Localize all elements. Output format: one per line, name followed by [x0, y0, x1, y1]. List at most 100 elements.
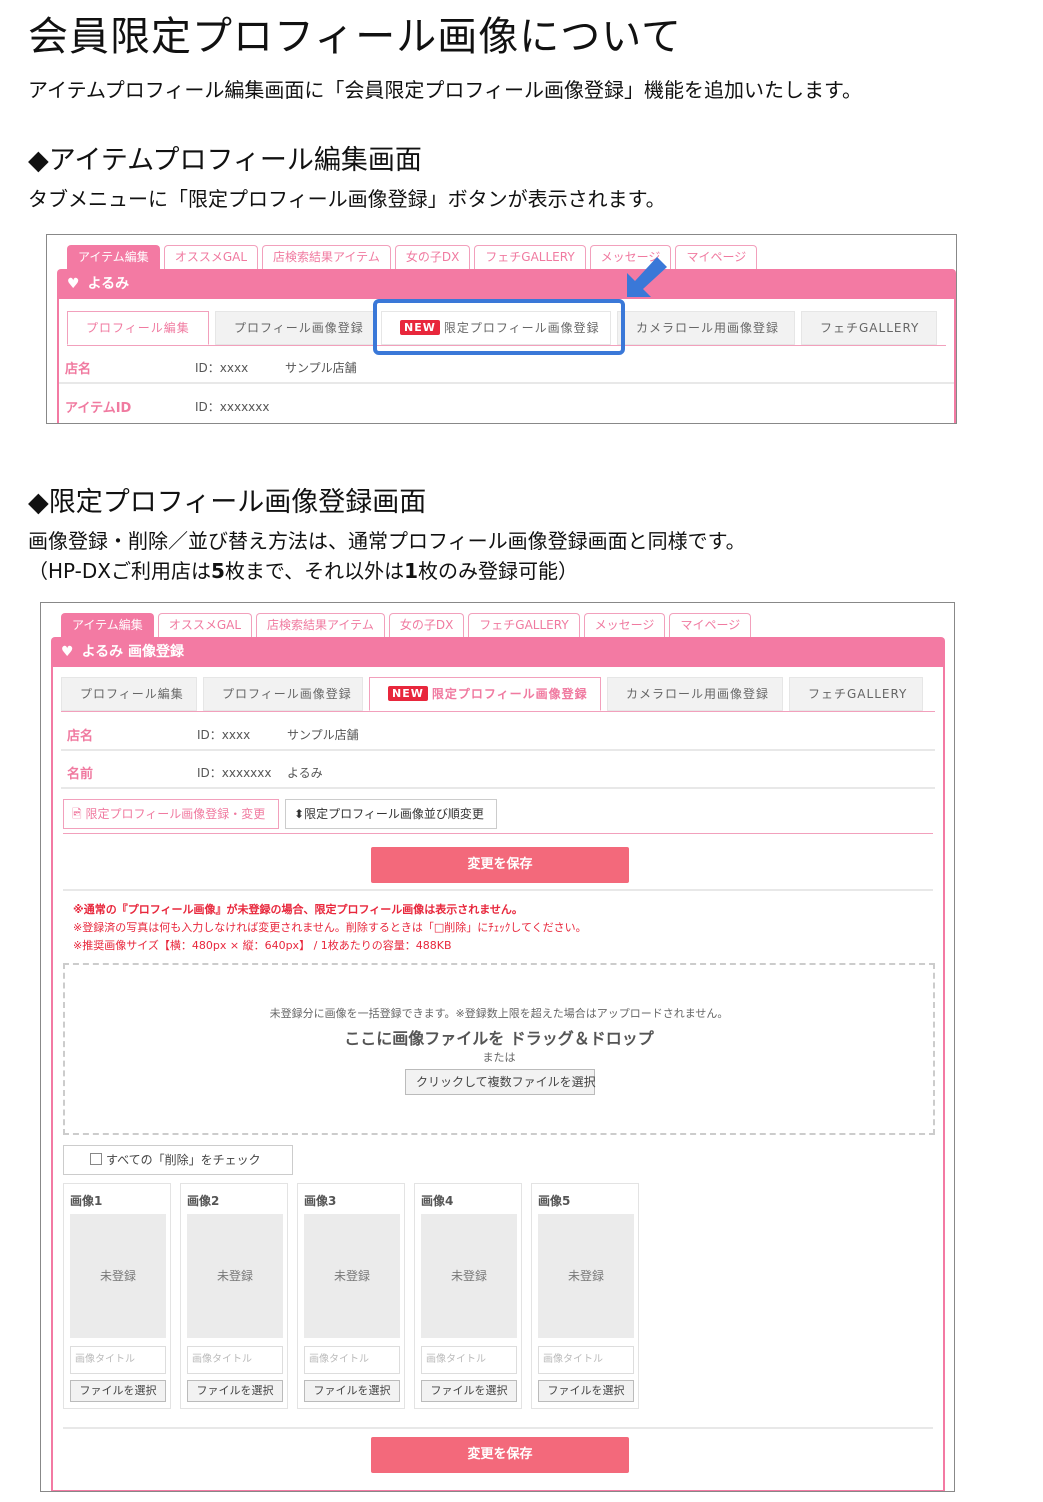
desc-count-other: 1 [404, 559, 419, 583]
section2-heading: ◆限定プロフィール画像登録画面 [28, 487, 427, 518]
subtab-profile-edit[interactable]: プロフィール編集 [67, 311, 209, 345]
tab-recommend-gal[interactable]: オススメGAL [157, 613, 253, 637]
image-icon: 🖻 [72, 807, 82, 821]
save-button-bottom[interactable]: 変更を保存 [371, 1437, 629, 1473]
tab-shop-search-item[interactable]: 店検索結果アイテム [256, 613, 385, 637]
section2-desc2: （HP-DXご利用店は5枚まで、それ以外は1枚のみ登録可能） [28, 556, 578, 586]
image-title-input[interactable]: 画像タイトル [538, 1346, 634, 1374]
subtab-profile-image[interactable]: プロフィール画像登録 [203, 677, 363, 711]
section1-heading: ◆アイテムプロフィール編集画面 [28, 145, 422, 176]
tab-fetish-gallery[interactable]: フェチGALLERY [474, 245, 586, 269]
register-change-label: 限定プロフィール画像登録・変更 [85, 807, 266, 821]
row-value: ID：xxxx [195, 361, 249, 375]
card-title: 画像1 [70, 1194, 103, 1208]
register-title: よるみ 画像登録 [81, 644, 185, 660]
tab-recommend-gal[interactable]: オススメGAL [163, 245, 259, 269]
select-file-button[interactable]: ファイルを選択 [538, 1380, 634, 1402]
row-name: 名前 ID：xxxxxxx よるみ [61, 751, 935, 789]
arrow-icon [627, 257, 667, 297]
select-multiple-files-button[interactable]: クリックして複数ファイルを選択 [405, 1069, 596, 1095]
subtab-fetish-gallery[interactable]: フェチGALLERY [801, 311, 937, 345]
card-placeholder: 未登録 [304, 1214, 400, 1338]
row-item-id: アイテムID ID：xxxxxxx [59, 385, 954, 423]
dropzone-hint: 未登録分に画像を一括登録できます。※登録数上限を超えた場合はアップロードされませ… [269, 1007, 729, 1020]
register-change-button[interactable]: 🖻 限定プロフィール画像登録・変更 [63, 799, 279, 829]
note-size: ※推奨画像サイズ【横：480px × 縦：640px】 / 1枚あたりの容量：4… [73, 939, 452, 952]
tab-message[interactable]: メッセージ [583, 613, 666, 637]
checkbox[interactable] [90, 1153, 102, 1165]
row-label: 店名 [65, 362, 92, 377]
row-value: サンプル店舗 [287, 728, 359, 742]
image-title-input[interactable]: 画像タイトル [70, 1346, 166, 1374]
dropzone-title: ここに画像ファイルを ドラッグ＆ドロップ [344, 1029, 654, 1048]
heart-icon: ♥ [61, 644, 74, 660]
section2-desc1: 画像登録・削除／並び替え方法は、通常プロフィール画像登録画面と同様です。 [28, 529, 746, 553]
subtab-camera-roll[interactable]: カメラロール用画像登録 [607, 677, 783, 711]
row-label: 店名 [67, 729, 94, 744]
tab-item-edit[interactable]: アイテム編集 [61, 613, 154, 637]
subtab-camera-roll[interactable]: カメラロール用画像登録 [617, 311, 795, 345]
card-placeholder: 未登録 [70, 1214, 166, 1338]
card-placeholder: 未登録 [538, 1214, 634, 1338]
tab-girl-dx[interactable]: 女の子DX [388, 613, 465, 637]
section1-desc: タブメニューに「限定プロフィール画像登録」ボタンが表示されます。 [28, 187, 666, 211]
desc-part: 枚まで、それ以外は [224, 559, 405, 583]
desc-part: 枚のみ登録可能） [418, 559, 579, 583]
subtab-limited-label: 限定プロフィール画像登録 [431, 687, 588, 701]
tab-fetish-gallery[interactable]: フェチGALLERY [468, 613, 580, 637]
tab-item-edit[interactable]: アイテム編集 [67, 245, 160, 269]
desc-part: （HP-DXご利用店は [28, 559, 211, 583]
card-title: 画像3 [304, 1194, 337, 1208]
tab-mypage[interactable]: マイページ [669, 613, 752, 637]
image-card: 画像5 未登録 画像タイトル ファイルを選択 [531, 1183, 639, 1409]
card-title: 画像2 [187, 1194, 220, 1208]
subtab-bar: プロフィール編集 プロフィール画像登録 NEW 限定プロフィール画像登録 カメラロ… [61, 677, 923, 711]
sort-order-label: 限定プロフィール画像並び順変更 [304, 807, 484, 821]
subtab-fetish-gallery[interactable]: フェチGALLERY [789, 677, 923, 711]
card-placeholder: 未登録 [421, 1214, 517, 1338]
row-value: ID：xxxxxxx [197, 766, 272, 780]
row-value: サンプル店舗 [285, 361, 357, 375]
image-title-input[interactable]: 画像タイトル [304, 1346, 400, 1374]
row-shop: 店名 ID：xxxx サンプル店舗 [61, 713, 935, 751]
subtab-profile-image[interactable]: プロフィール画像登録 [215, 311, 375, 345]
register-header-bar: ♥ よるみ 画像登録 [51, 637, 945, 667]
intro-text: アイテムプロフィール編集画面に「会員限定プロフィール画像登録」機能を追加いたしま… [28, 78, 862, 102]
desc-count-dx: 5 [210, 559, 225, 583]
row-value: よるみ [287, 766, 323, 780]
screenshot-profile-edit: アイテム編集 オススメGAL 店検索結果アイテム 女の子DX フェチGALLER… [46, 234, 957, 424]
check-all-label: すべての「削除」をチェック [106, 1153, 261, 1167]
sort-order-button[interactable]: ⬍限定プロフィール画像並び順変更 [285, 799, 497, 829]
check-all-delete[interactable]: すべての「削除」をチェック [63, 1145, 293, 1175]
image-card: 画像3 未登録 画像タイトル ファイルを選択 [297, 1183, 405, 1409]
row-label: 名前 [67, 767, 94, 782]
note-warning: ※通常の『プロフィール画像』が未登録の場合、限定プロフィール画像は表示されません… [73, 903, 523, 916]
tab-mypage[interactable]: マイページ [675, 245, 758, 269]
row-label: アイテムID [65, 401, 132, 416]
card-title: 画像5 [538, 1194, 571, 1208]
main-tab-bar: アイテム編集 オススメGAL 店検索結果アイテム 女の子DX フェチGALLER… [61, 613, 752, 637]
subtab-profile-edit[interactable]: プロフィール編集 [61, 677, 197, 711]
subtab-divider [61, 711, 935, 712]
image-card: 画像4 未登録 画像タイトル ファイルを選択 [414, 1183, 522, 1409]
select-file-button[interactable]: ファイルを選択 [70, 1380, 166, 1402]
image-title-input[interactable]: 画像タイトル [187, 1346, 283, 1374]
select-file-button[interactable]: ファイルを選択 [421, 1380, 517, 1402]
profile-name: よるみ [87, 276, 130, 292]
drop-zone[interactable]: 未登録分に画像を一括登録できます。※登録数上限を超えた場合はアップロードされませ… [63, 963, 935, 1135]
new-badge: NEW [388, 686, 428, 701]
dropzone-or: または [482, 1051, 516, 1064]
image-title-input[interactable]: 画像タイトル [421, 1346, 517, 1374]
save-button-top[interactable]: 変更を保存 [371, 847, 629, 883]
profile-header-bar: ♥ よるみ [57, 269, 956, 299]
page-title: 会員限定プロフィール画像について [28, 14, 682, 60]
divider [63, 833, 933, 834]
subtab-limited-profile-image[interactable]: NEW 限定プロフィール画像登録 [369, 677, 601, 711]
tab-shop-search-item[interactable]: 店検索結果アイテム [262, 245, 391, 269]
register-content: プロフィール編集 プロフィール画像登録 NEW 限定プロフィール画像登録 カメラロ… [51, 667, 945, 1491]
heart-icon: ♥ [67, 276, 80, 292]
row-value: ID：xxxx [197, 728, 251, 742]
select-file-button[interactable]: ファイルを選択 [304, 1380, 400, 1402]
tab-girl-dx[interactable]: 女の子DX [394, 245, 471, 269]
select-file-button[interactable]: ファイルを選択 [187, 1380, 283, 1402]
